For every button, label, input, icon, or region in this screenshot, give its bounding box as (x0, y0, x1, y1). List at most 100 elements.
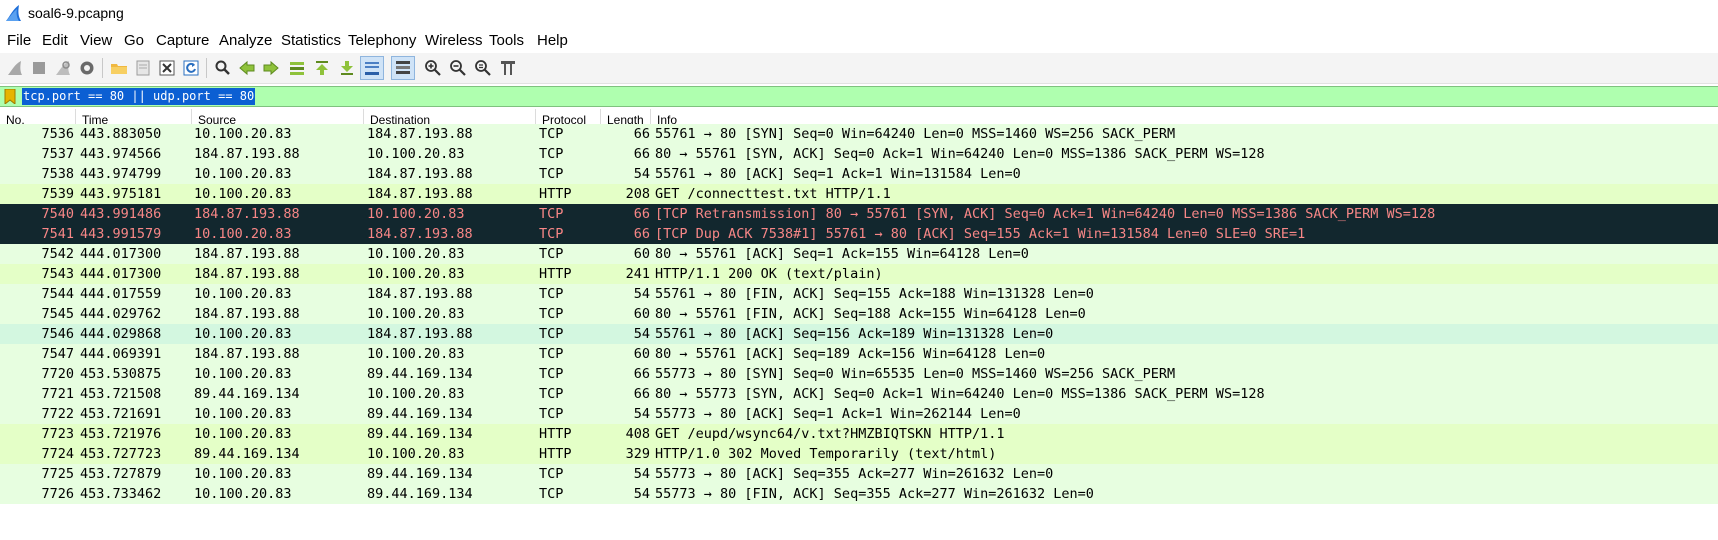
packet-info: [TCP Retransmission] 80 → 55761 [SYN, AC… (655, 206, 1436, 222)
packet-list: 7536 443.883050 10.100.20.83 184.87.193.… (0, 124, 1718, 540)
menu-edit[interactable]: Edit (42, 32, 68, 49)
packet-row[interactable]: 7544 444.017559 10.100.20.83 184.87.193.… (0, 284, 1718, 304)
packet-info: [TCP Dup ACK 7538#1] 55761 → 80 [ACK] Se… (655, 226, 1306, 242)
packet-row[interactable]: 7724 453.727723 89.44.169.134 10.100.20.… (0, 444, 1718, 464)
packet-source: 10.100.20.83 (194, 166, 292, 182)
resize-columns-icon[interactable] (496, 56, 520, 80)
packet-protocol: TCP (539, 226, 564, 242)
packet-row[interactable]: 7726 453.733462 10.100.20.83 89.44.169.1… (0, 484, 1718, 504)
packet-length: 60 (633, 346, 650, 362)
bookmark-icon[interactable] (4, 89, 16, 104)
packet-row[interactable]: 7725 453.727879 10.100.20.83 89.44.169.1… (0, 464, 1718, 484)
packet-info: HTTP/1.0 302 Moved Temporarily (text/htm… (655, 446, 997, 462)
packet-source: 10.100.20.83 (194, 186, 292, 202)
packet-info: HTTP/1.1 200 OK (text/plain) (655, 266, 883, 282)
packet-destination: 184.87.193.88 (367, 186, 473, 202)
start-capture-icon[interactable] (3, 56, 27, 80)
packet-row[interactable]: 7541 443.991579 10.100.20.83 184.87.193.… (0, 224, 1718, 244)
packet-time: 443.974566 (80, 146, 162, 162)
packet-protocol: TCP (539, 346, 564, 362)
stop-capture-icon[interactable] (27, 56, 51, 80)
packet-no: 7722 (41, 406, 74, 422)
packet-protocol: TCP (539, 386, 564, 402)
packet-row[interactable]: 7723 453.721976 10.100.20.83 89.44.169.1… (0, 424, 1718, 444)
go-back-icon[interactable] (235, 56, 259, 80)
packet-row[interactable]: 7537 443.974566 184.87.193.88 10.100.20.… (0, 144, 1718, 164)
packet-no: 7547 (41, 346, 74, 362)
packet-row[interactable]: 7721 453.721508 89.44.169.134 10.100.20.… (0, 384, 1718, 404)
packet-length: 54 (633, 166, 650, 182)
packet-time: 443.883050 (80, 126, 162, 142)
autoscroll-icon[interactable] (360, 56, 384, 80)
packet-destination: 89.44.169.134 (367, 366, 473, 382)
open-file-icon[interactable] (107, 56, 131, 80)
save-file-icon[interactable] (131, 56, 155, 80)
packet-protocol: TCP (539, 286, 564, 302)
packet-length: 408 (625, 426, 650, 442)
packet-row[interactable]: 7542 444.017300 184.87.193.88 10.100.20.… (0, 244, 1718, 264)
menu-view[interactable]: View (80, 32, 112, 49)
packet-row[interactable]: 7547 444.069391 184.87.193.88 10.100.20.… (0, 344, 1718, 364)
packet-length: 329 (625, 446, 650, 462)
packet-row[interactable]: 7545 444.029762 184.87.193.88 10.100.20.… (0, 304, 1718, 324)
main-toolbar (0, 53, 1718, 84)
menu-statistics[interactable]: Statistics (281, 32, 341, 49)
zoom-normal-icon[interactable] (471, 56, 495, 80)
packet-row[interactable]: 7540 443.991486 184.87.193.88 10.100.20.… (0, 204, 1718, 224)
zoom-out-icon[interactable] (446, 56, 470, 80)
go-forward-icon[interactable] (259, 56, 283, 80)
capture-options-icon[interactable] (75, 56, 99, 80)
packet-source: 10.100.20.83 (194, 366, 292, 382)
packet-protocol: HTTP (539, 266, 572, 282)
packet-time: 453.727723 (80, 446, 162, 462)
reload-file-icon[interactable] (179, 56, 203, 80)
menu-help[interactable]: Help (537, 32, 568, 49)
menu-wireless[interactable]: Wireless (425, 32, 483, 49)
packet-source: 184.87.193.88 (194, 306, 300, 322)
zoom-in-icon[interactable] (421, 56, 445, 80)
packet-row[interactable]: 7539 443.975181 10.100.20.83 184.87.193.… (0, 184, 1718, 204)
packet-length: 66 (633, 226, 650, 242)
packet-protocol: HTTP (539, 426, 572, 442)
packet-no: 7544 (41, 286, 74, 302)
packet-protocol: TCP (539, 126, 564, 142)
packet-row[interactable]: 7720 453.530875 10.100.20.83 89.44.169.1… (0, 364, 1718, 384)
restart-capture-icon[interactable] (51, 56, 75, 80)
menu-go[interactable]: Go (124, 32, 144, 49)
go-to-packet-icon[interactable] (285, 56, 309, 80)
go-first-icon[interactable] (310, 56, 334, 80)
packet-time: 453.721691 (80, 406, 162, 422)
find-packet-icon[interactable] (211, 56, 235, 80)
packet-length: 66 (633, 386, 650, 402)
menu-telephony[interactable]: Telephony (348, 32, 416, 49)
packet-source: 89.44.169.134 (194, 386, 300, 402)
packet-row[interactable]: 7543 444.017300 184.87.193.88 10.100.20.… (0, 264, 1718, 284)
packet-destination: 184.87.193.88 (367, 326, 473, 342)
menu-analyze[interactable]: Analyze (219, 32, 272, 49)
menu-capture[interactable]: Capture (156, 32, 209, 49)
packet-info: GET /eupd/wsync64/v.txt?HMZBIQTSKN HTTP/… (655, 426, 1005, 442)
go-last-icon[interactable] (335, 56, 359, 80)
packet-no: 7538 (41, 166, 74, 182)
colorize-icon[interactable] (391, 56, 415, 80)
packet-row[interactable]: 7536 443.883050 10.100.20.83 184.87.193.… (0, 124, 1718, 144)
packet-protocol: TCP (539, 306, 564, 322)
packet-time: 444.029762 (80, 306, 162, 322)
packet-source: 10.100.20.83 (194, 466, 292, 482)
packet-row[interactable]: 7722 453.721691 10.100.20.83 89.44.169.1… (0, 404, 1718, 424)
packet-length: 54 (633, 326, 650, 342)
packet-row[interactable]: 7538 443.974799 10.100.20.83 184.87.193.… (0, 164, 1718, 184)
packet-row[interactable]: 7546 444.029868 10.100.20.83 184.87.193.… (0, 324, 1718, 344)
display-filter-input[interactable]: tcp.port == 80 || udp.port == 80 (22, 88, 256, 105)
packet-time: 444.017559 (80, 286, 162, 302)
packet-source: 10.100.20.83 (194, 406, 292, 422)
packet-source: 10.100.20.83 (194, 326, 292, 342)
packet-protocol: TCP (539, 246, 564, 262)
menu-file[interactable]: File (7, 32, 31, 49)
close-file-icon[interactable] (155, 56, 179, 80)
packet-info: 80 → 55761 [SYN, ACK] Seq=0 Ack=1 Win=64… (655, 146, 1265, 162)
packet-time: 443.991486 (80, 206, 162, 222)
menu-tools[interactable]: Tools (489, 32, 524, 49)
packet-time: 444.029868 (80, 326, 162, 342)
packet-no: 7540 (41, 206, 74, 222)
